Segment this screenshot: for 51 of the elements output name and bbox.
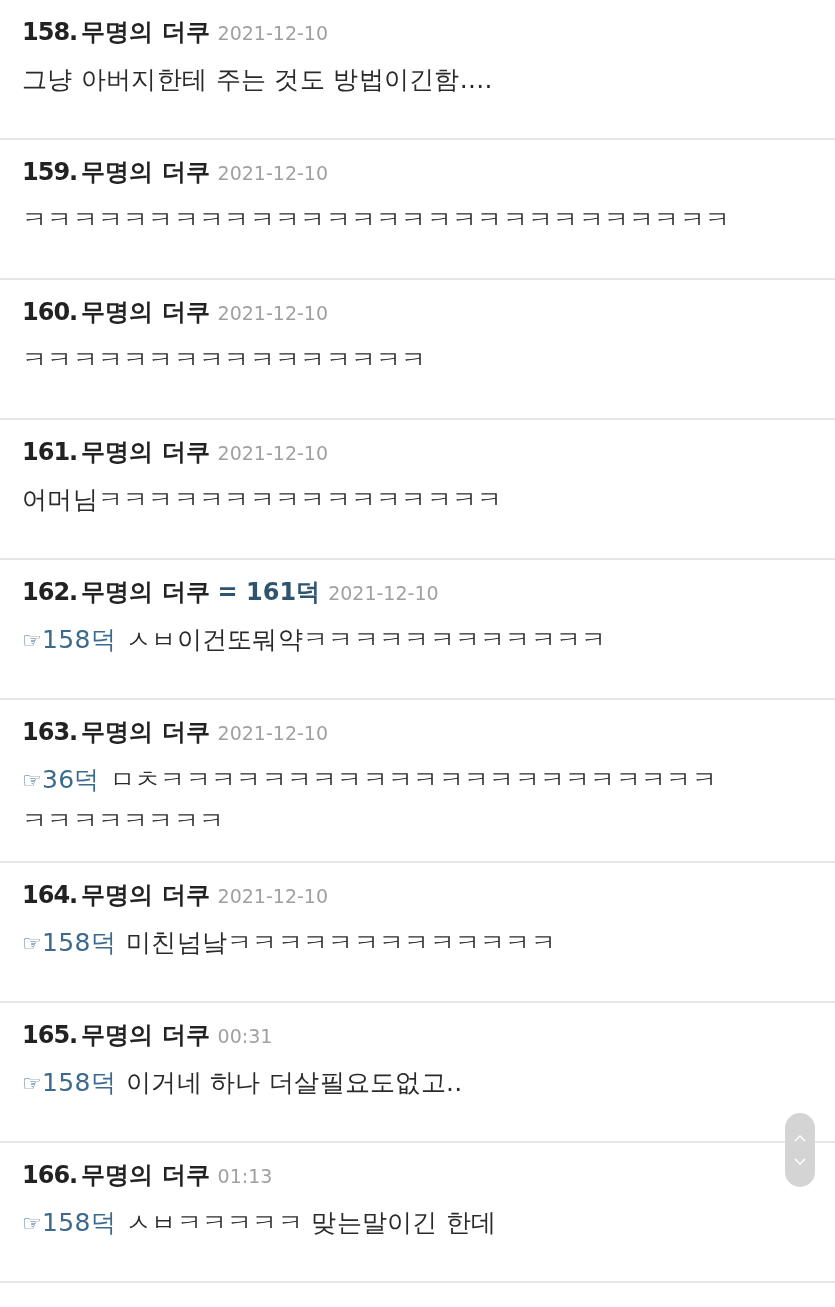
author-name: 무명의 더쿠 — [81, 437, 210, 468]
author-name: 무명의 더쿠 — [81, 297, 210, 328]
pointing-hand-icon: ☞ — [22, 1071, 43, 1096]
comment-text: ㅋㅋㅋㅋㅋㅋㅋㅋ — [22, 806, 225, 835]
chevron-up-icon[interactable] — [794, 1134, 806, 1142]
comment-date: 2021-12-10 — [217, 442, 328, 464]
author-name: 무명의 더쿠 — [81, 157, 210, 188]
comment-text: ㅅㅂ이건또뭐약ㅋㅋㅋㅋㅋㅋㅋㅋㅋㅋㅋㅋ — [125, 625, 607, 654]
pointing-hand-icon: ☞ — [22, 628, 43, 653]
comment-date: 2021-12-10 — [217, 885, 328, 907]
comment-date: 2021-12-10 — [328, 582, 439, 604]
comment-text: ㅋㅋㅋㅋㅋㅋㅋㅋㅋㅋㅋㅋㅋㅋㅋㅋㅋㅋㅋㅋㅋㅋㅋㅋㅋㅋㅋㅋ — [22, 205, 731, 234]
comment-date: 2021-12-10 — [217, 302, 328, 324]
comment-text: 그냥 아버지한테 주는 것도 방법이긴함.... — [22, 65, 493, 94]
comment-date: 01:13 — [217, 1165, 273, 1187]
comment-text: ㅁㅊㅋㅋㅋㅋㅋㅋㅋㅋㅋㅋㅋㅋㅋㅋㅋㅋㅋㅋㅋㅋㅋㅋ — [109, 765, 717, 794]
comment-number: 164. — [22, 881, 78, 909]
author-name: 무명의 더쿠 — [81, 17, 210, 48]
author-name: 무명의 더쿠 — [81, 880, 210, 911]
comment-date: 2021-12-10 — [217, 162, 328, 184]
comment-text: ㅅㅂㅋㅋㅋㅋㅋ 맞는말이긴 한데 — [125, 1208, 497, 1237]
comment-number: 162. — [22, 578, 78, 606]
same-author-label: = 161덕 — [217, 577, 321, 608]
comment-date: 2021-12-10 — [217, 722, 328, 744]
reply-link[interactable]: 158덕 — [42, 1068, 116, 1097]
reply-link[interactable]: 36덕 — [42, 765, 100, 794]
comment-number: 158. — [22, 18, 78, 46]
comment-number: 160. — [22, 298, 78, 326]
pointing-hand-icon: ☞ — [22, 1211, 43, 1236]
comment-text: 미친넘낰ㅋㅋㅋㅋㅋㅋㅋㅋㅋㅋㅋㅋㅋ — [125, 928, 557, 957]
comment-text: 어머님ㅋㅋㅋㅋㅋㅋㅋㅋㅋㅋㅋㅋㅋㅋㅋㅋ — [22, 485, 503, 514]
comment-number: 161. — [22, 438, 78, 466]
comment-date: 00:31 — [217, 1025, 273, 1047]
pointing-hand-icon: ☞ — [22, 768, 43, 793]
comment-number: 159. — [22, 158, 78, 186]
comment-number: 166. — [22, 1161, 78, 1189]
author-name: 무명의 더쿠 — [81, 717, 210, 748]
comment-text: 이거네 하나 더살필요도없고.. — [125, 1068, 463, 1097]
chevron-down-icon[interactable] — [794, 1158, 806, 1166]
author-name: 무명의 더쿠 — [81, 577, 210, 608]
reply-link[interactable]: 158덕 — [42, 928, 116, 957]
comment-number: 163. — [22, 718, 78, 746]
comment-date: 2021-12-10 — [217, 22, 328, 44]
reply-link[interactable]: 158덕 — [42, 1208, 116, 1237]
pointing-hand-icon: ☞ — [22, 931, 43, 956]
reply-link[interactable]: 158덕 — [42, 625, 116, 654]
scroll-control[interactable] — [785, 1113, 815, 1187]
comment-number: 165. — [22, 1021, 78, 1049]
author-name: 무명의 더쿠 — [81, 1020, 210, 1051]
comment-text: ㅋㅋㅋㅋㅋㅋㅋㅋㅋㅋㅋㅋㅋㅋㅋㅋ — [22, 345, 427, 374]
author-name: 무명의 더쿠 — [81, 1160, 210, 1191]
